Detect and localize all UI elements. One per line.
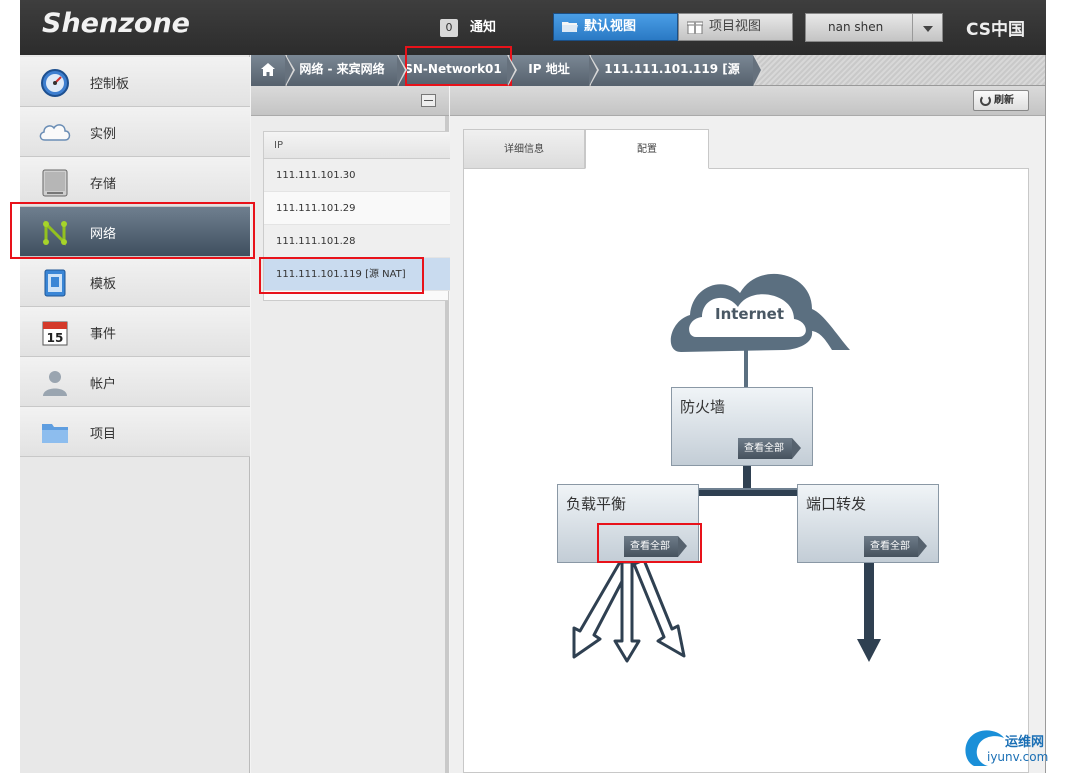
refresh-button[interactable]: 刷新 [973, 90, 1029, 111]
list-item[interactable]: 111.111.101.30 [264, 159, 450, 192]
sidebar-item-templates[interactable]: 模板 [20, 257, 250, 307]
watermark-en: iyunv.com [987, 750, 1049, 764]
default-view-label: 默认视图 [584, 19, 637, 34]
home-icon [261, 63, 275, 76]
top-header: Shenzone 0 通知 默认视图 项目视图 nan shen CS中国 [20, 0, 1046, 55]
default-view-button[interactable]: 默认视图 [553, 13, 678, 41]
username-label: nan shen [828, 20, 884, 34]
load-balancer-node[interactable]: 负载平衡 查看全部 [557, 484, 699, 563]
firewall-title: 防火墙 [680, 398, 726, 416]
sidebar-item-dashboard[interactable]: 控制板 [20, 57, 250, 107]
breadcrumb-item-current-ip: 111.111.101.119 [源 NAT] [591, 55, 763, 105]
detail-panel: 刷新 详细信息 配置 Internet 防火墙 查看全部 负载平衡 查看全部 端… [450, 86, 1045, 773]
breadcrumb-item-network-name[interactable]: SN-Network01 [399, 55, 517, 86]
sidebar-item-network[interactable]: 网络 [20, 207, 250, 257]
user-menu-button[interactable]: nan shen [805, 13, 943, 42]
folder-open-icon [562, 22, 578, 32]
list-toolbar [251, 86, 449, 116]
list-item[interactable]: 111.111.101.29 [264, 192, 450, 225]
folder-icon [42, 424, 68, 443]
notification-link[interactable]: 通知 [470, 19, 496, 37]
breadcrumb-home[interactable] [251, 55, 295, 86]
app-window: Shenzone 0 通知 默认视图 项目视图 nan shen CS中国 控制… [0, 0, 1065, 773]
project-view-button[interactable]: 项目视图 [678, 13, 793, 41]
sidebar-item-label: 实例 [90, 127, 117, 142]
app-logo[interactable]: Shenzone [42, 8, 190, 39]
list-column-header[interactable]: IP [264, 132, 450, 159]
refresh-label: 刷新 [994, 95, 1014, 106]
list-item-selected[interactable]: 111.111.101.119 [源 NAT] [264, 258, 450, 291]
sidebar-item-instances[interactable]: 实例 [20, 107, 250, 157]
sidebar-item-label: 项目 [90, 427, 117, 442]
breadcrumb-item-guest-network[interactable]: 网络 - 来宾网络 [287, 55, 407, 86]
detail-toolbar: 刷新 [450, 86, 1045, 116]
dashboard-icon [41, 69, 69, 97]
sidebar-item-projects[interactable]: 项目 [20, 407, 250, 457]
svg-text:15: 15 [47, 331, 64, 345]
sidebar-item-label: 事件 [90, 327, 117, 342]
sidebar-item-events[interactable]: 15 事件 [20, 307, 250, 357]
list-item[interactable]: 111.111.101.28 [264, 225, 450, 258]
port-forwarding-node[interactable]: 端口转发 查看全部 [797, 484, 939, 563]
network-icon [43, 220, 67, 246]
sidebar: 控制板 实例 存储 网络 模板 15 事件 帐户 项目 [20, 55, 250, 773]
sidebar-item-label: 控制板 [90, 77, 130, 92]
gift-box-icon [687, 21, 703, 34]
sidebar-item-storage[interactable]: 存储 [20, 157, 250, 207]
tab-configuration[interactable]: 配置 [585, 129, 709, 169]
notification-count-badge[interactable]: 0 [440, 19, 458, 37]
storage-icon [42, 169, 68, 197]
template-icon [44, 269, 66, 297]
chevron-down-icon[interactable] [912, 14, 942, 41]
sidebar-item-label: 存储 [90, 177, 117, 192]
sidebar-item-label: 帐户 [90, 377, 117, 392]
sidebar-item-label: 网络 [90, 227, 117, 242]
brand-logo: CS中国 [966, 20, 1026, 40]
sidebar-item-label: 模板 [90, 277, 117, 292]
cloud-icon [39, 124, 71, 141]
project-view-label: 项目视图 [709, 19, 762, 34]
internet-label: Internet [715, 305, 785, 323]
tab-details[interactable]: 详细信息 [463, 129, 585, 169]
firewall-view-all-button[interactable]: 查看全部 [738, 438, 801, 459]
firewall-node[interactable]: 防火墙 查看全部 [671, 387, 813, 466]
port-forwarding-title: 端口转发 [806, 495, 867, 513]
network-diagram: Internet 防火墙 查看全部 负载平衡 查看全部 端口转发 查看全部 [463, 168, 1029, 773]
ip-list: IP 111.111.101.30 111.111.101.29 111.111… [263, 131, 450, 301]
ip-list-panel: IP 111.111.101.30 111.111.101.29 111.111… [251, 86, 450, 773]
refresh-icon [980, 95, 991, 106]
breadcrumb: 网络 - 来宾网络 SN-Network01 IP 地址 111.111.101… [251, 55, 1045, 105]
diagram-lines [572, 273, 881, 663]
sidebar-item-accounts[interactable]: 帐户 [20, 357, 250, 407]
port-forwarding-view-all-button[interactable]: 查看全部 [864, 536, 927, 557]
breadcrumb-item-ip-address[interactable]: IP 地址 [509, 55, 599, 86]
load-balancer-view-all-button[interactable]: 查看全部 [624, 536, 687, 557]
calendar-icon: 15 [42, 321, 68, 346]
load-balancer-title: 负载平衡 [566, 495, 627, 513]
expand-panel-icon[interactable] [421, 94, 436, 107]
user-icon [43, 371, 67, 396]
watermark-cn: 运维网 [1005, 735, 1045, 750]
